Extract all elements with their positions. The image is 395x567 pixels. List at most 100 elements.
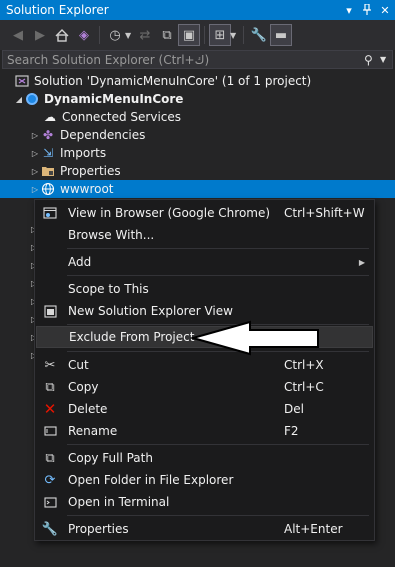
menu-separator bbox=[67, 515, 369, 516]
toolbar-separator bbox=[99, 26, 100, 44]
cloud-icon: ☁ bbox=[44, 110, 56, 124]
search-input[interactable]: Search Solution Explorer (Ctrl+ك) bbox=[7, 53, 364, 67]
scissors-icon: ✂ bbox=[44, 357, 56, 373]
menu-item-open-folder[interactable]: ⟳ Open Folder in File Explorer bbox=[36, 469, 373, 491]
menu-item-rename[interactable]: Rename F2 bbox=[36, 420, 373, 442]
tree-item-label: wwwroot bbox=[60, 182, 114, 196]
toolbar-separator bbox=[204, 26, 205, 44]
submenu-arrow-icon: ▶ bbox=[358, 257, 365, 267]
search-icon[interactable]: ⚲ bbox=[364, 53, 380, 67]
menu-item-add[interactable]: Add ▶ bbox=[36, 251, 373, 273]
solution-icon bbox=[14, 73, 30, 89]
tree-item-label: Properties bbox=[60, 164, 121, 178]
wrench-icon: 🔧 bbox=[41, 521, 59, 537]
imports-icon: ⇲ bbox=[42, 146, 54, 160]
toolbar: ◀ ▶ ◈ ◷ ▼ ⇄ ⧉ ▣ ⊞ ▼ 🔧 ▬ bbox=[0, 20, 395, 50]
browser-icon bbox=[36, 207, 64, 219]
tree-row-project[interactable]: ◢ DynamicMenuInCore bbox=[0, 90, 395, 108]
properties-folder-icon bbox=[40, 163, 56, 179]
dependencies-icon: ✤ bbox=[42, 128, 54, 142]
vs-icon[interactable]: ◈ bbox=[74, 25, 94, 45]
menu-item-shortcut: Ctrl+C bbox=[284, 380, 324, 394]
dropdown-icon[interactable]: ▾ bbox=[341, 2, 357, 18]
chevron-down-icon[interactable]: ▼ bbox=[125, 31, 133, 40]
collapse-icon[interactable]: ▬ bbox=[270, 24, 292, 46]
solution-label: Solution 'DynamicMenuInCore' (1 of 1 pro… bbox=[34, 74, 312, 88]
annotation-arrow-icon bbox=[190, 320, 319, 356]
close-icon[interactable]: ✕ bbox=[377, 2, 393, 18]
menu-item-label: Scope to This bbox=[68, 282, 149, 296]
tree-item-label: Connected Services bbox=[62, 110, 182, 124]
back-icon[interactable]: ◀ bbox=[8, 25, 28, 45]
collapsed-arrow-icon[interactable]: ▷ bbox=[30, 131, 40, 140]
menu-item-label: View in Browser (Google Chrome) bbox=[68, 206, 271, 220]
menu-item-delete[interactable]: ✕ Delete Del bbox=[36, 398, 373, 420]
collapsed-arrow-icon[interactable]: ▷ bbox=[30, 167, 40, 176]
copy-path-icon: ⧉ bbox=[45, 450, 55, 466]
chevron-down-icon[interactable]: ▼ bbox=[230, 31, 238, 40]
menu-item-scope-to-this[interactable]: Scope to This bbox=[36, 278, 373, 300]
collapsed-arrow-icon[interactable]: ▷ bbox=[30, 185, 40, 194]
refresh-folder-icon: ⟳ bbox=[44, 472, 56, 488]
solution-tree: Solution 'DynamicMenuInCore' (1 of 1 pro… bbox=[0, 72, 395, 198]
menu-item-label: Add bbox=[68, 255, 92, 269]
copy-icon: ⧉ bbox=[45, 379, 55, 395]
tree-row-connected-services[interactable]: ☁ Connected Services bbox=[0, 108, 395, 126]
menu-item-label: Cut bbox=[68, 358, 89, 372]
toolbar-separator bbox=[243, 26, 244, 44]
tree-row-properties[interactable]: ▷ Properties bbox=[0, 162, 395, 180]
tree-item-label: Dependencies bbox=[60, 128, 146, 142]
menu-item-open-in-terminal[interactable]: Open in Terminal bbox=[36, 491, 373, 513]
menu-item-copy-full-path[interactable]: ⧉ Copy Full Path bbox=[36, 447, 373, 469]
menu-item-label: Delete bbox=[68, 402, 108, 416]
menu-item-shortcut: Del bbox=[284, 402, 304, 416]
menu-separator bbox=[67, 275, 369, 276]
menu-item-shortcut: Alt+Enter bbox=[284, 522, 343, 536]
menu-item-copy[interactable]: ⧉ Copy Ctrl+C bbox=[36, 376, 373, 398]
menu-separator bbox=[67, 444, 369, 445]
menu-item-label: Properties bbox=[68, 522, 129, 536]
sync-icon[interactable]: ⇄ bbox=[135, 25, 155, 45]
menu-item-label: Exclude From Project bbox=[69, 330, 195, 344]
new-view-icon bbox=[36, 304, 64, 318]
preview-icon[interactable]: ⊞ bbox=[209, 24, 231, 46]
pin-icon[interactable] bbox=[359, 2, 375, 18]
forward-icon[interactable]: ▶ bbox=[30, 25, 50, 45]
menu-item-browse-with[interactable]: Browse With... bbox=[36, 224, 373, 246]
expanded-arrow-icon[interactable]: ◢ bbox=[14, 95, 24, 104]
menu-item-label: Copy bbox=[68, 380, 99, 394]
context-menu: View in Browser (Google Chrome) Ctrl+Shi… bbox=[34, 199, 375, 541]
menu-item-view-in-browser[interactable]: View in Browser (Google Chrome) Ctrl+Shi… bbox=[36, 202, 373, 224]
menu-item-label: Copy Full Path bbox=[68, 451, 153, 465]
project-globe-icon bbox=[24, 91, 40, 107]
menu-item-properties[interactable]: 🔧 Properties Alt+Enter bbox=[36, 518, 373, 540]
tree-row-wwwroot[interactable]: ▷ wwwroot bbox=[0, 180, 395, 198]
terminal-icon bbox=[36, 496, 64, 508]
search-box[interactable]: Search Solution Explorer (Ctrl+ك) ⚲ ▼ bbox=[2, 50, 393, 69]
collapse-all-icon[interactable]: ⧉ bbox=[157, 25, 177, 45]
wrench-icon[interactable]: 🔧 bbox=[249, 25, 269, 45]
collapsed-arrow-icon[interactable]: ▷ bbox=[30, 149, 40, 158]
menu-item-label: Browse With... bbox=[68, 228, 155, 242]
tree-item-label: Imports bbox=[60, 146, 107, 160]
menu-item-shortcut: Ctrl+X bbox=[284, 358, 324, 372]
menu-item-label: New Solution Explorer View bbox=[68, 304, 233, 318]
tree-row-dependencies[interactable]: ▷ ✤ Dependencies bbox=[0, 126, 395, 144]
project-label: DynamicMenuInCore bbox=[44, 92, 184, 106]
menu-item-label: Open Folder in File Explorer bbox=[68, 473, 234, 487]
tree-row-solution[interactable]: Solution 'DynamicMenuInCore' (1 of 1 pro… bbox=[0, 72, 395, 90]
window-title: Solution Explorer bbox=[6, 3, 109, 17]
globe-icon bbox=[40, 181, 56, 197]
menu-separator bbox=[67, 248, 369, 249]
tree-row-imports[interactable]: ▷ ⇲ Imports bbox=[0, 144, 395, 162]
menu-item-shortcut: Ctrl+Shift+W bbox=[284, 206, 365, 220]
menu-item-label: Open in Terminal bbox=[68, 495, 170, 509]
pending-changes-icon[interactable]: ◷ bbox=[105, 25, 125, 45]
rename-icon bbox=[36, 426, 64, 436]
menu-item-shortcut: F2 bbox=[284, 424, 299, 438]
delete-x-icon: ✕ bbox=[43, 400, 57, 418]
home-icon[interactable] bbox=[52, 25, 72, 45]
show-all-files-icon[interactable]: ▣ bbox=[178, 24, 200, 46]
title-bar: Solution Explorer ▾ ✕ bbox=[0, 0, 395, 20]
chevron-down-icon[interactable]: ▼ bbox=[380, 55, 392, 64]
